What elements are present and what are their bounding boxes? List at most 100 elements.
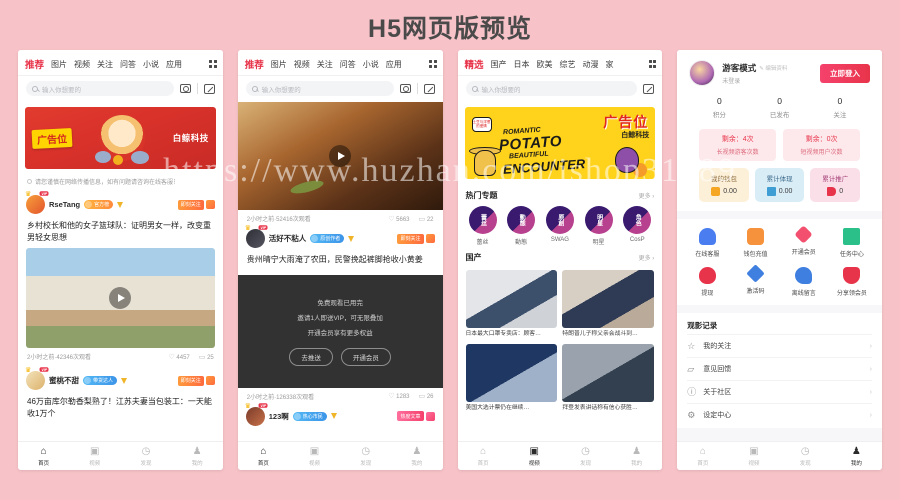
post-username[interactable]: RseTang	[49, 200, 80, 209]
compose-icon[interactable]	[423, 83, 435, 94]
topic-item[interactable]: 蕾丝 蕾丝	[466, 206, 500, 246]
list-item[interactable]: ☆ 我的关注 ›	[687, 334, 872, 357]
post-title[interactable]: 乡村校长和他的女子篮球队：证明男女一样，改变重男轻女思想	[18, 217, 223, 248]
nav-video[interactable]: ▣ 视频	[728, 446, 779, 467]
grid-item-wallet-recharge[interactable]: 钱包充值	[731, 228, 779, 258]
tab-apps[interactable]: 应用	[386, 59, 402, 70]
cashout-total-card[interactable]: 累计体现 0.00	[754, 168, 805, 202]
nav-discover[interactable]: ◷ 发现	[120, 446, 171, 467]
nav-home[interactable]: ⌂ 首页	[238, 446, 289, 467]
avatar[interactable]: ♛ VIP	[245, 225, 269, 248]
tab-anime[interactable]: 动漫	[583, 59, 599, 70]
nav-profile[interactable]: ♟ 我的	[831, 446, 882, 467]
tab-apps[interactable]: 应用	[166, 59, 182, 70]
grid-menu-icon[interactable]	[209, 60, 217, 68]
avatar[interactable]: ♛ VIP	[25, 367, 49, 391]
tab-recommend[interactable]: 推荐	[25, 57, 44, 71]
follow-tag[interactable]: 即刻关注	[177, 199, 215, 210]
grid-menu-icon[interactable]	[429, 60, 437, 68]
search-input[interactable]: 输入你想要的	[245, 81, 394, 96]
grid-item-withdraw[interactable]: 提现	[683, 267, 731, 297]
nav-discover[interactable]: ◷ 发现	[340, 446, 391, 467]
video-card[interactable]: 美国大选计票仍在继续…	[465, 343, 558, 413]
grid-menu-icon[interactable]	[648, 60, 657, 68]
avatar[interactable]	[689, 60, 716, 86]
tab-recommend[interactable]: 推荐	[245, 57, 264, 71]
video-card[interactable]: 拜登发表讲话称有信心获胜…	[562, 343, 655, 413]
topic-item[interactable]: 明星 明星	[582, 206, 616, 246]
nav-home[interactable]: ⌂ 首页	[458, 446, 509, 467]
tab-qa[interactable]: 问答	[120, 59, 136, 70]
like-count[interactable]: ♡ 5663	[388, 215, 409, 223]
topic-item[interactable]: 角色 CosP	[620, 206, 654, 246]
ad-banner[interactable]: 广告位 白鲸科技	[25, 107, 216, 169]
tab-following[interactable]: 关注	[97, 59, 113, 70]
post-title[interactable]: 贵州晴宁大雨淹了农田，民警挽起裤脚抢收小黄姜	[238, 251, 443, 271]
topic-item[interactable]: 原創 SWAG	[543, 206, 577, 246]
comment-count[interactable]: ▭ 25	[199, 353, 214, 361]
subscribe-button[interactable]: 开通会员	[340, 347, 391, 366]
nav-discover[interactable]: ◷ 发现	[560, 446, 611, 467]
wallet-card[interactable]: 我的钱包 0.00	[699, 168, 749, 202]
promotion-total-card[interactable]: 累计推广 0	[810, 168, 860, 202]
nav-video[interactable]: ▣ 视频	[289, 446, 340, 467]
comment-count[interactable]: ▭ 26	[419, 392, 434, 400]
nav-video[interactable]: ▣ 视频	[69, 446, 120, 467]
post-media[interactable]	[237, 102, 443, 210]
follow-tag[interactable]: 即刻关注	[177, 375, 215, 386]
edit-profile-link[interactable]: ✎ 编辑资料	[759, 64, 787, 72]
topic-item[interactable]: 動態 動態	[504, 206, 538, 246]
tab-images[interactable]: 图片	[271, 59, 287, 70]
nav-discover[interactable]: ◷ 发现	[780, 446, 831, 467]
search-input[interactable]: 输入你想要的	[465, 81, 638, 96]
tab-western[interactable]: 欧美	[537, 59, 553, 70]
more-link[interactable]: 更多 ›	[639, 253, 655, 262]
follow-tag[interactable]: 热度文章	[397, 411, 435, 422]
list-item[interactable]: ⚙ 设定中心 ›	[687, 403, 872, 426]
login-button[interactable]: 立即登入	[820, 63, 870, 83]
nav-home[interactable]: ⌂ 首页	[18, 446, 69, 467]
stat-points[interactable]: 0 积分	[689, 96, 749, 119]
tab-novel[interactable]: 小说	[363, 59, 379, 70]
tab-domestic[interactable]: 国产	[491, 59, 507, 70]
invite-button[interactable]: 去推送	[289, 347, 333, 366]
grid-item-offline-message[interactable]: 离线留言	[780, 267, 828, 297]
play-icon[interactable]	[109, 287, 132, 310]
comment-count[interactable]: ▭ 22	[419, 215, 434, 223]
like-count[interactable]: ♡ 1283	[388, 392, 409, 400]
tab-qa[interactable]: 问答	[340, 59, 356, 70]
nav-profile[interactable]: ♟ 我的	[172, 446, 223, 467]
camera-icon[interactable]	[179, 84, 191, 93]
search-input[interactable]: 输入你想要的	[26, 81, 174, 96]
tab-variety[interactable]: 综艺	[560, 59, 576, 70]
avatar[interactable]: ♛ VIP	[25, 191, 49, 214]
post-media[interactable]	[26, 248, 215, 349]
list-item[interactable]: ▱ 意见回馈 ›	[687, 357, 872, 380]
follow-tag[interactable]: 即刻关注	[397, 233, 435, 244]
grid-item-membership[interactable]: 开通会员	[780, 225, 828, 258]
tab-featured[interactable]: 精选	[465, 57, 484, 71]
post-username[interactable]: 蜜桃不甜	[49, 375, 79, 386]
grid-item-customer-service[interactable]: 在线客服	[683, 228, 731, 258]
video-card[interactable]: 特朗普儿子称父亲会战斗到…	[562, 270, 655, 339]
camera-icon[interactable]	[399, 84, 411, 93]
post-title[interactable]: 46万亩库尔勒香梨熟了！江苏夫妻当包装工：一天能收1万个	[18, 393, 223, 424]
compose-icon[interactable]	[203, 83, 215, 94]
grid-item-task-center[interactable]: 任务中心	[828, 228, 876, 258]
tab-following[interactable]: 关注	[317, 59, 333, 70]
stat-published[interactable]: 0 已发布	[750, 96, 810, 119]
play-icon[interactable]	[329, 145, 352, 167]
grid-item-activation-code[interactable]: 激活码	[731, 264, 779, 297]
tab-japan[interactable]: 日本	[514, 59, 530, 70]
nav-profile[interactable]: ♟ 我的	[391, 446, 442, 467]
tab-home[interactable]: 家	[606, 59, 614, 70]
avatar[interactable]: ♛ VIP	[245, 403, 269, 426]
grid-item-share-membership[interactable]: 分享领会员	[828, 267, 876, 297]
nav-profile[interactable]: ♟ 我的	[611, 446, 662, 467]
stat-following[interactable]: 0 关注	[810, 96, 870, 119]
video-card[interactable]: 日本最大口罩专卖店：顾客…	[465, 270, 558, 339]
list-item[interactable]: ⓘ 关于社区 ›	[687, 380, 872, 403]
nav-video[interactable]: ▣ 视频	[509, 446, 560, 467]
compose-icon[interactable]	[643, 83, 655, 94]
tab-videos[interactable]: 视频	[294, 59, 310, 70]
